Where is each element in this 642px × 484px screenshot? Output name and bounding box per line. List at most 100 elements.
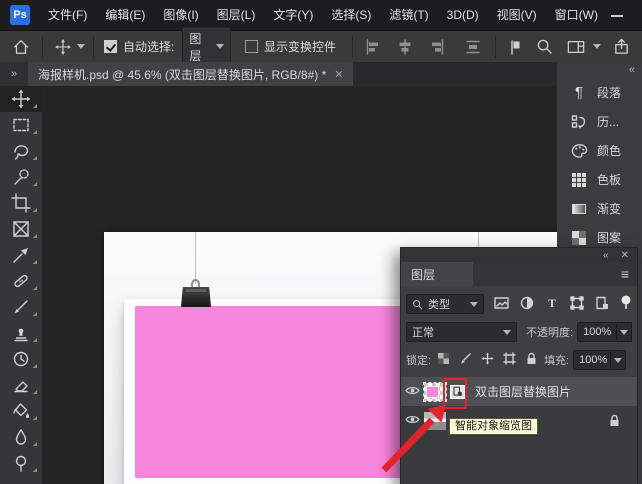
title-bar: Ps 文件(F) 编辑(E) 图像(I) 图层(L) 文字(Y) 选择(S) 滤… — [0, 0, 642, 30]
panel-button-paragraph[interactable]: ¶ 段落 — [557, 78, 642, 107]
chevron-down-icon[interactable] — [593, 44, 601, 49]
chevron-down-icon — [503, 330, 511, 335]
history-brush-tool[interactable] — [0, 346, 42, 372]
document-tab[interactable]: 海报样机.psd @ 45.6% (双击图层替换图片, RGB/8#) * ✕ — [28, 62, 353, 86]
menu-item-layer[interactable]: 图层(L) — [209, 0, 264, 30]
rectangular-marquee-tool[interactable] — [0, 112, 42, 138]
fill-dropdown-icon[interactable] — [611, 350, 626, 370]
align-left-icon[interactable] — [361, 39, 385, 55]
fill-value: 100% — [579, 354, 607, 366]
eyedropper-tool[interactable] — [0, 242, 42, 268]
filter-pixel-layers-icon[interactable] — [494, 296, 509, 313]
filter-smart-objects-icon[interactable] — [595, 296, 609, 313]
auto-select-label: 自动选择: — [123, 38, 174, 55]
crop-tool[interactable] — [0, 190, 42, 216]
filter-type-layers-icon[interactable]: T — [545, 296, 559, 313]
quick-selection-tool[interactable] — [0, 164, 42, 190]
panel-button-history[interactable]: 历... — [557, 107, 642, 136]
healing-brush-tool[interactable] — [0, 268, 42, 294]
menu-item-type[interactable]: 文字(Y) — [265, 0, 321, 30]
tab-close-icon[interactable]: ✕ — [334, 68, 343, 81]
share-icon[interactable] — [609, 38, 634, 55]
move-tool-icon[interactable] — [51, 39, 75, 55]
lock-artboard-icon[interactable] — [503, 352, 516, 368]
svg-text:T: T — [548, 296, 556, 310]
menu-item-filter[interactable]: 滤镜(T) — [381, 0, 436, 30]
menu-item-select[interactable]: 选择(S) — [323, 0, 379, 30]
minimize-icon[interactable] — [610, 9, 624, 21]
search-icon[interactable] — [532, 38, 557, 55]
panel-menu-icon[interactable]: ≡ — [621, 266, 637, 282]
clone-stamp-tool[interactable] — [0, 320, 42, 346]
menu-item-edit[interactable]: 编辑(E) — [97, 0, 153, 30]
align-right-icon[interactable] — [425, 39, 449, 55]
lasso-tool[interactable] — [0, 138, 42, 164]
hanging-string — [195, 232, 196, 284]
chevron-down-icon — [216, 44, 224, 49]
move-tool[interactable] — [0, 86, 42, 112]
lock-all-icon[interactable] — [525, 352, 538, 368]
menu-item-3d[interactable]: 3D(D) — [439, 0, 487, 30]
lock-position-icon[interactable] — [481, 352, 494, 368]
annotation-arrow — [372, 392, 468, 476]
options-bar: 自动选择: 图层 显示变换控件 — [0, 30, 642, 62]
panel-button-color[interactable]: 颜色 — [557, 136, 642, 165]
lock-icon — [608, 414, 621, 430]
distribute-icon[interactable] — [461, 39, 485, 55]
lock-label: 锁定: — [406, 352, 431, 368]
lock-transparency-icon[interactable] — [437, 352, 450, 368]
fill-input[interactable]: 100% — [573, 350, 611, 370]
layer-filter-dropdown[interactable]: 类型 — [406, 294, 484, 314]
panel-button-swatches[interactable]: 色板 — [557, 165, 642, 194]
chevron-down-icon[interactable] — [77, 44, 85, 49]
brush-tool[interactable] — [0, 294, 42, 320]
menu-item-file[interactable]: 文件(F) — [40, 0, 95, 30]
panel-close-icon[interactable]: ✕ — [621, 250, 629, 261]
document-tab-title: 海报样机.psd @ 45.6% (双击图层替换图片, RGB/8#) * — [38, 66, 326, 83]
paint-bucket-tool[interactable] — [0, 398, 42, 424]
panel-label: 渐变 — [597, 200, 621, 217]
blend-mode-value: 正常 — [412, 324, 434, 340]
show-transform-checkbox[interactable] — [245, 40, 258, 53]
panel-label: 段落 — [597, 84, 621, 101]
blend-mode-dropdown[interactable]: 正常 — [406, 322, 517, 342]
flag-icon[interactable] — [504, 39, 528, 55]
layer-name[interactable]: 双击图层替换图片 — [475, 383, 571, 400]
panel-label: 图案 — [597, 229, 621, 246]
auto-select-target-dropdown[interactable]: 图层 — [182, 27, 231, 67]
panel-label: 历... — [597, 113, 619, 130]
pattern-icon — [570, 229, 588, 247]
panel-collapse-icon[interactable]: « — [603, 250, 609, 261]
filter-type-label: 类型 — [428, 296, 450, 312]
dock-collapse-icon[interactable]: « — [557, 62, 642, 78]
history-icon — [570, 113, 588, 131]
lock-pixels-icon[interactable] — [459, 352, 472, 368]
search-icon — [412, 299, 423, 310]
auto-select-target-value: 图层 — [189, 30, 210, 64]
opacity-value: 100% — [583, 326, 611, 338]
color-palette-icon — [570, 142, 588, 160]
photoshop-logo: Ps — [10, 5, 30, 25]
menu-item-window[interactable]: 窗口(W) — [547, 0, 606, 30]
filter-shape-layers-icon[interactable] — [570, 296, 584, 313]
auto-select-checkbox[interactable] — [104, 40, 117, 53]
tab-layers[interactable]: 图层 — [401, 262, 473, 286]
dodge-tool[interactable] — [0, 450, 42, 476]
eraser-tool[interactable] — [0, 372, 42, 398]
menu-item-view[interactable]: 视图(V) — [489, 0, 545, 30]
align-center-icon[interactable] — [393, 39, 417, 55]
opacity-dropdown-icon[interactable] — [617, 322, 632, 342]
chevron-down-icon — [470, 302, 478, 307]
document-tab-bar: » 海报样机.psd @ 45.6% (双击图层替换图片, RGB/8#) * … — [0, 62, 557, 86]
blur-tool[interactable] — [0, 424, 42, 450]
workspace-icon[interactable] — [563, 39, 589, 55]
opacity-input[interactable]: 100% — [577, 322, 617, 342]
home-icon[interactable] — [8, 38, 34, 56]
binder-clip — [180, 279, 212, 309]
frame-tool[interactable] — [0, 216, 42, 242]
panel-button-gradients[interactable]: 渐变 — [557, 194, 642, 223]
filter-toggle-icon[interactable] — [620, 295, 632, 313]
toolbar-expand-icon[interactable]: » — [0, 62, 28, 86]
filter-adjustment-layers-icon[interactable] — [520, 296, 534, 313]
menu-item-image[interactable]: 图像(I) — [155, 0, 206, 30]
